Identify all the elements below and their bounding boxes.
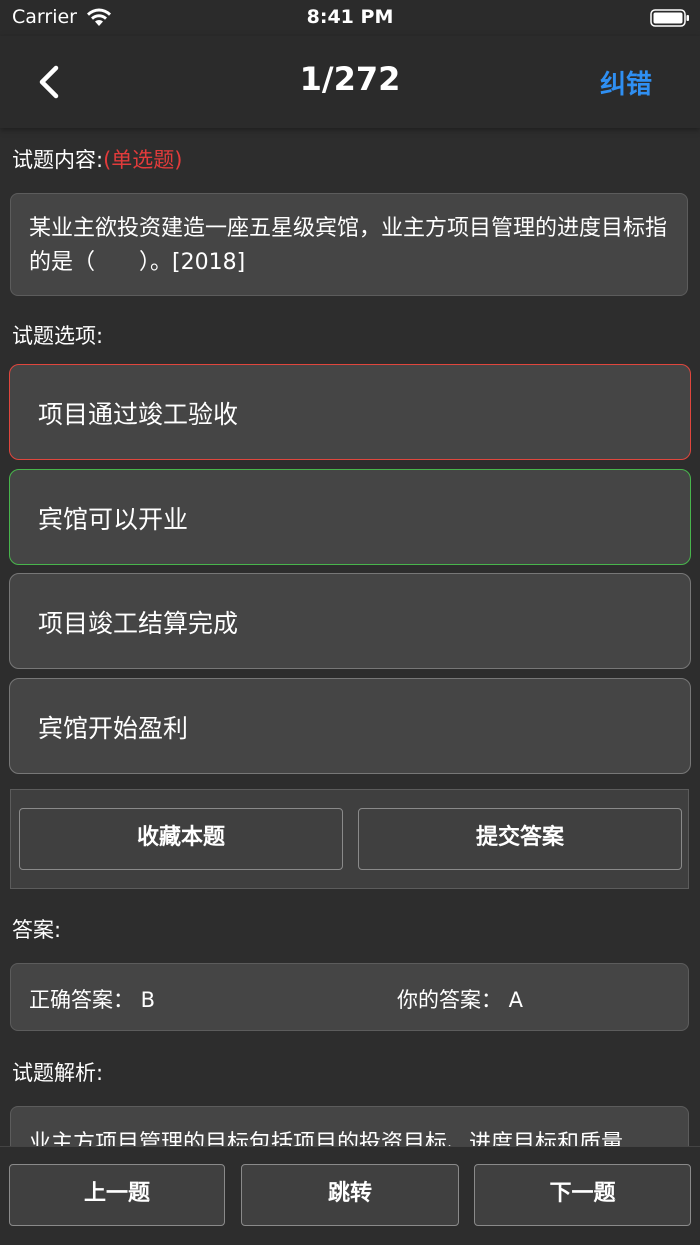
favorite-button[interactable]: 收藏本题 — [19, 808, 343, 870]
answer-box: 正确答案： B 你的答案： A — [10, 963, 689, 1031]
options-label: 试题选项: — [12, 324, 104, 348]
bottom-toolbar: 上一题 跳转 下一题 — [0, 1146, 700, 1245]
navigation-bar: 1/272 纠错 — [0, 36, 700, 128]
submit-answer-button[interactable]: 提交答案 — [358, 808, 682, 870]
option-d-label: 宾馆开始盈利 — [38, 714, 189, 743]
question-text: 某业主欲投资建造一座五星级宾馆，业主方项目管理的进度目标指的是（ ）。[2018… — [29, 216, 668, 275]
answer-label: 答案: — [12, 918, 62, 942]
action-panel: 收藏本题 提交答案 — [10, 789, 689, 889]
previous-question-button[interactable]: 上一题 — [9, 1164, 225, 1226]
clock: 8:41 PM — [306, 6, 394, 28]
question-content-label: 试题内容:(单选题) — [12, 144, 182, 174]
option-d[interactable]: 宾馆开始盈利 — [9, 678, 691, 774]
question-content[interactable]: 试题内容:(单选题) 某业主欲投资建造一座五星级宾馆，业主方项目管理的进度目标指… — [0, 128, 700, 1146]
jump-button[interactable]: 跳转 — [241, 1164, 459, 1226]
battery-icon — [650, 9, 689, 27]
next-question-button[interactable]: 下一题 — [474, 1164, 691, 1226]
option-b[interactable]: 宾馆可以开业 — [9, 469, 691, 565]
content-label-text: 试题内容: — [12, 148, 104, 172]
page-title: 1/272 — [299, 60, 401, 98]
option-a[interactable]: 项目通过竣工验收 — [9, 364, 691, 460]
question-text-box: 某业主欲投资建造一座五星级宾馆，业主方项目管理的进度目标指的是（ ）。[2018… — [10, 193, 688, 296]
question-type-badge: (单选题) — [103, 148, 183, 172]
your-answer: 你的答案： A — [397, 988, 524, 1012]
analysis-text: 业主方项目管理的目标包括项目的投资目标、进度目标和质量 — [29, 1131, 624, 1146]
analysis-box: 业主方项目管理的目标包括项目的投资目标、进度目标和质量 — [10, 1106, 689, 1146]
analysis-label: 试题解析: — [12, 1061, 104, 1085]
option-c-label: 项目竣工结算完成 — [38, 609, 239, 638]
option-a-label: 项目通过竣工验收 — [38, 400, 239, 429]
option-c[interactable]: 项目竣工结算完成 — [9, 573, 691, 669]
option-b-label: 宾馆可以开业 — [38, 505, 189, 534]
correct-answer: 正确答案： B — [29, 988, 156, 1012]
report-error-button[interactable]: 纠错 — [600, 64, 652, 101]
status-bar: Carrier 8:41 PM — [0, 0, 700, 36]
